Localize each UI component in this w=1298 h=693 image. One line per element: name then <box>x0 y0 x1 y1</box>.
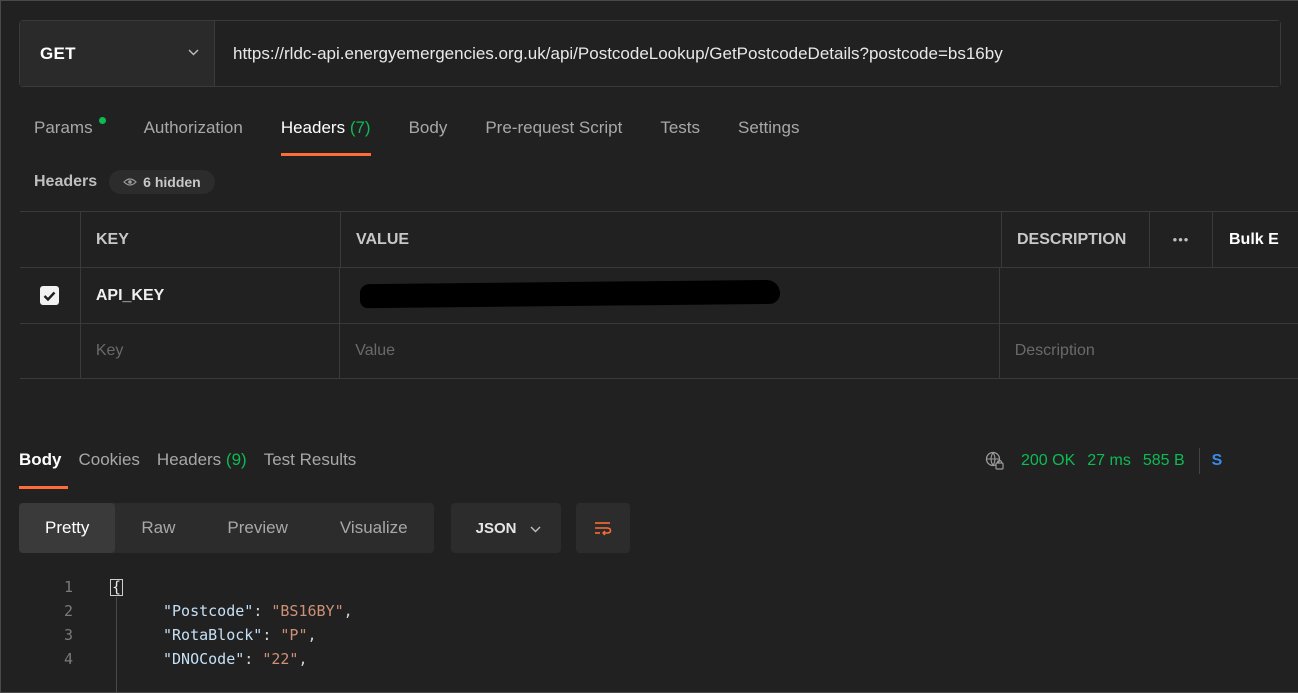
table-row: API_KEY <box>20 267 1298 323</box>
response-tab-headers-count: (9) <box>225 450 247 469</box>
json-value: "22" <box>262 650 299 668</box>
request-tabs: Params Authorization Headers (7) Body Pr… <box>34 114 837 156</box>
code-brace: { <box>110 577 124 596</box>
new-key-input[interactable]: Key <box>81 324 341 378</box>
json-value: "P" <box>280 626 308 644</box>
new-description-input[interactable]: Description <box>1000 324 1298 378</box>
chevron-down-icon <box>530 520 541 537</box>
response-time[interactable]: 27 ms <box>1087 452 1131 470</box>
header-value-cell[interactable] <box>340 268 1000 323</box>
method-selector[interactable]: GET <box>20 21 215 86</box>
params-indicator-dot <box>98 117 106 124</box>
json-key: "Postcode" <box>163 602 254 620</box>
table-row-empty: Key Value Description <box>20 323 1298 379</box>
code-line: 1 { <box>1 575 1298 599</box>
response-tab-test-results[interactable]: Test Results <box>264 444 357 489</box>
method-label: GET <box>40 43 76 63</box>
response-tab-headers-label: Headers <box>156 450 222 469</box>
row-checkbox-cell <box>20 268 81 323</box>
tab-headers-count: (7) <box>349 118 371 137</box>
column-header-value: VALUE <box>341 212 1002 267</box>
url-input[interactable]: https://rldc-api.energyemergencies.org.u… <box>215 21 1280 86</box>
response-tabs: Body Cookies Headers (9) Test Results <box>19 444 373 489</box>
redacted-value-mark <box>360 279 781 309</box>
bulk-edit-link[interactable]: Bulk E <box>1213 212 1298 267</box>
headers-table: KEY VALUE DESCRIPTION ••• Bulk E API_KEY… <box>20 211 1298 379</box>
response-tab-headers[interactable]: Headers (9) <box>157 444 247 489</box>
view-mode-selector: Pretty Raw Preview Visualize <box>19 503 434 553</box>
headers-subbar: Headers 6 hidden <box>34 170 215 194</box>
column-header-key: KEY <box>81 212 341 267</box>
response-view-controls: Pretty Raw Preview Visualize JSON <box>19 503 631 553</box>
code-line: 4 "DNOCode": "22", <box>1 647 1298 671</box>
tab-params[interactable]: Params <box>34 114 106 156</box>
view-visualize-button[interactable]: Visualize <box>314 503 434 553</box>
view-raw-button[interactable]: Raw <box>115 503 201 553</box>
response-status-bar: 200 OK 27 ms 585 B S <box>985 448 1222 474</box>
response-tab-cookies[interactable]: Cookies <box>79 444 140 489</box>
response-size[interactable]: 585 B <box>1143 452 1185 470</box>
request-url-bar: GET https://rldc-api.energyemergencies.o… <box>19 20 1281 87</box>
line-number: 1 <box>63 578 73 596</box>
tab-body[interactable]: Body <box>409 114 448 156</box>
format-label: JSON <box>475 519 517 537</box>
chevron-down-icon <box>188 49 199 59</box>
status-divider <box>1198 448 1200 474</box>
code-line: 3 "RotaBlock": "P", <box>1 623 1298 647</box>
tab-prerequest-script[interactable]: Pre-request Script <box>485 114 622 156</box>
header-enabled-checkbox[interactable] <box>40 286 60 305</box>
line-number: 3 <box>63 626 73 644</box>
empty-checkbox-cell <box>20 324 81 378</box>
tab-authorization[interactable]: Authorization <box>144 114 243 156</box>
new-value-input[interactable]: Value <box>340 324 1000 378</box>
hidden-headers-toggle[interactable]: 6 hidden <box>109 170 215 194</box>
line-number: 4 <box>63 650 73 668</box>
view-preview-button[interactable]: Preview <box>201 503 313 553</box>
save-response-link[interactable]: S <box>1212 452 1223 470</box>
headers-section-label: Headers <box>34 173 98 190</box>
response-tab-body[interactable]: Body <box>19 444 68 489</box>
column-header-description: DESCRIPTION <box>1002 212 1150 267</box>
json-key: "DNOCode" <box>163 650 245 668</box>
line-number: 2 <box>63 602 73 620</box>
status-code[interactable]: 200 OK <box>1021 452 1075 470</box>
globe-lock-icon[interactable] <box>985 451 1005 471</box>
tab-headers[interactable]: Headers (7) <box>280 114 371 156</box>
json-key: "RotaBlock" <box>163 626 263 644</box>
app-window: GET https://rldc-api.energyemergencies.o… <box>0 0 1298 693</box>
view-pretty-button[interactable]: Pretty <box>19 503 116 553</box>
header-key-cell[interactable]: API_KEY <box>81 268 341 323</box>
response-body-code[interactable]: 1 { 2 "Postcode": "BS16BY", 3 "RotaBlock… <box>1 575 1298 671</box>
eye-icon <box>123 174 138 190</box>
format-dropdown[interactable]: JSON <box>450 503 562 553</box>
json-value: "BS16BY" <box>271 602 344 620</box>
header-checkbox-cell <box>20 212 81 267</box>
more-options-icon[interactable]: ••• <box>1150 212 1213 267</box>
hidden-headers-count: 6 hidden <box>143 174 201 190</box>
tab-settings[interactable]: Settings <box>738 114 799 156</box>
tab-tests[interactable]: Tests <box>660 114 700 156</box>
header-description-cell[interactable] <box>1000 268 1298 323</box>
wrap-lines-icon[interactable] <box>576 503 631 553</box>
code-line: 2 "Postcode": "BS16BY", <box>1 599 1298 623</box>
table-header-row: KEY VALUE DESCRIPTION ••• Bulk E <box>20 211 1298 267</box>
tab-headers-label: Headers <box>280 118 346 137</box>
tab-params-label: Params <box>34 118 93 137</box>
